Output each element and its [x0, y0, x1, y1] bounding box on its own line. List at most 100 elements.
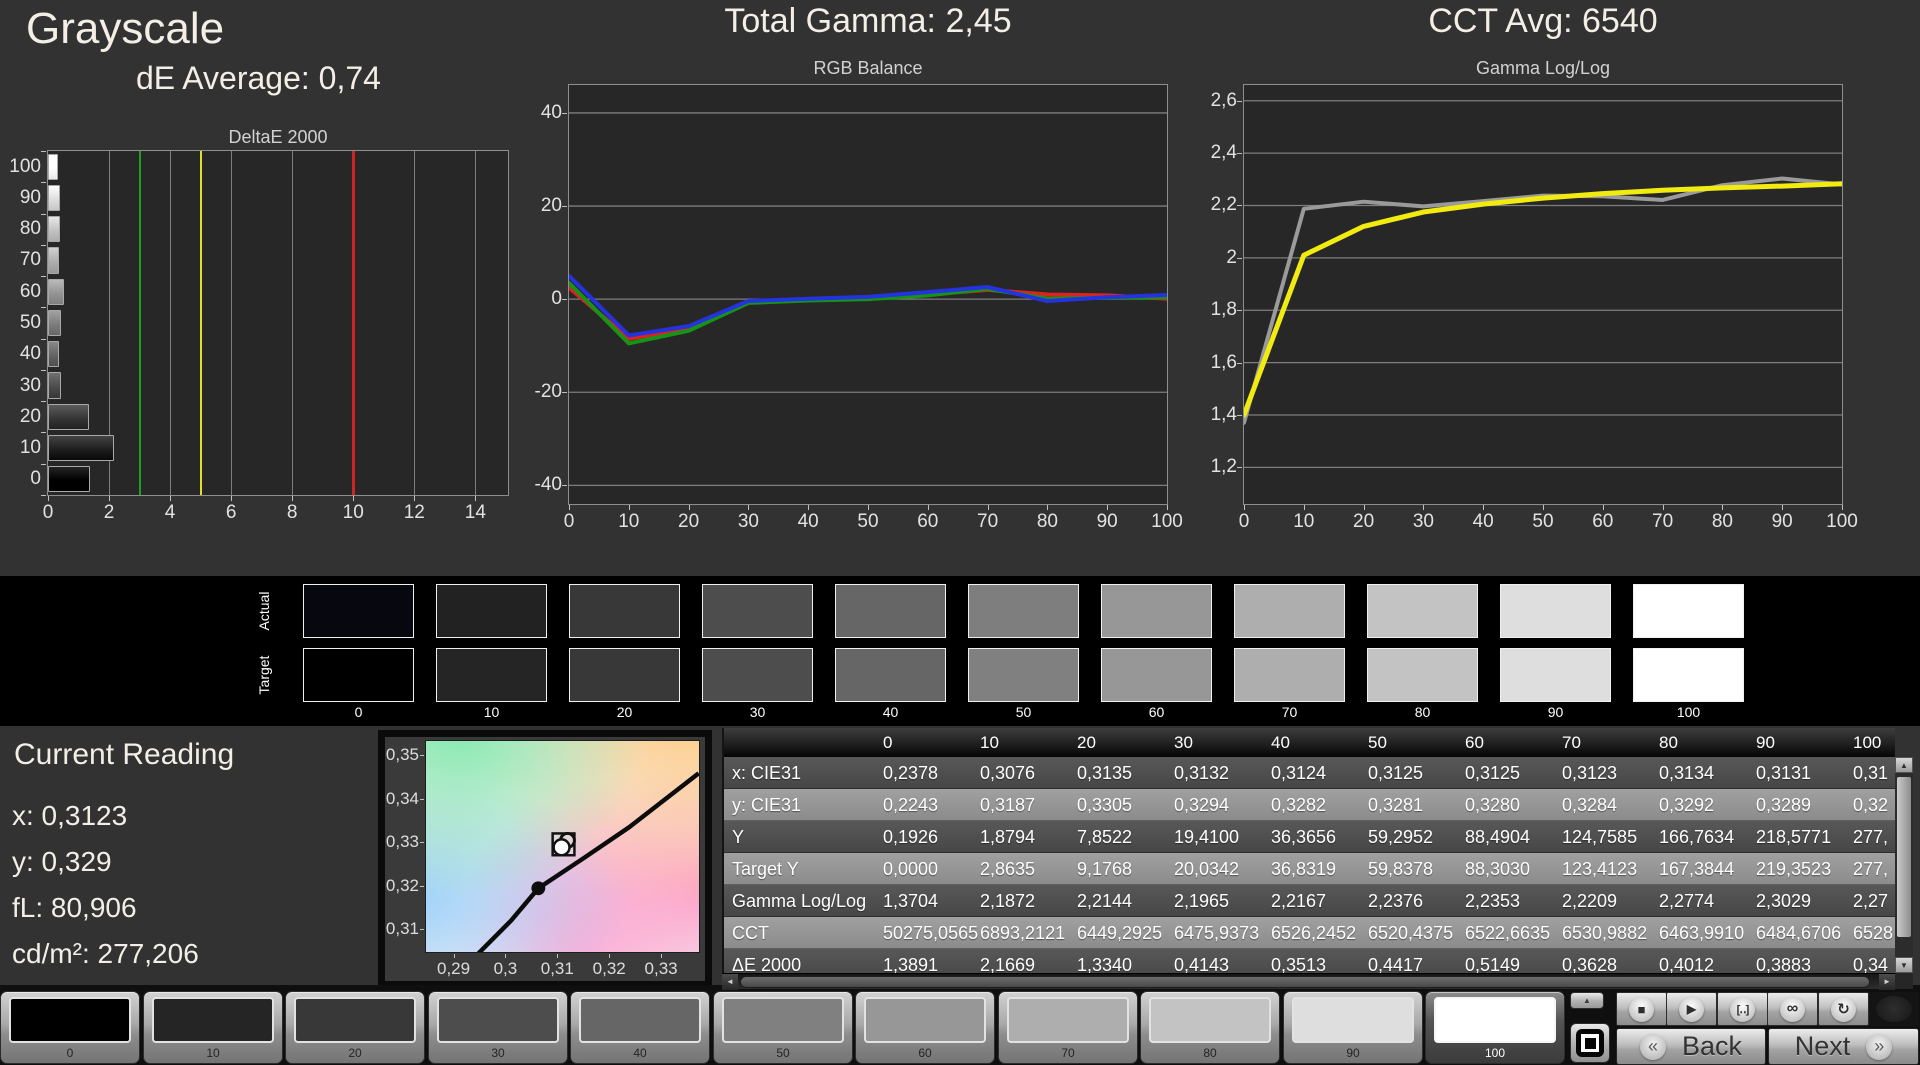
rgb-xtick-label: 70 [977, 511, 999, 532]
pattern-tile-20[interactable]: 20 [285, 991, 425, 1064]
table-cell: 219,3523 [1756, 859, 1832, 879]
scroll-down-arrow-button[interactable]: ▼ [1895, 957, 1913, 973]
scrollbar-corner [1895, 973, 1913, 989]
loop-button[interactable]: ∞ [1767, 992, 1818, 1026]
table-cell: 0,3305 [1077, 795, 1133, 815]
band-level-label: 40 [882, 704, 899, 720]
pattern-window-button[interactable] [1570, 1023, 1610, 1063]
deltae-ytick-label: 30 [19, 374, 41, 396]
back-label: Back [1681, 1031, 1743, 1061]
band-level-label: 60 [1148, 704, 1165, 720]
refresh-button[interactable]: ↻ [1818, 992, 1869, 1026]
table-col-header: 40 [1271, 733, 1290, 752]
table-cell: 0,3131 [1756, 763, 1812, 783]
target-swatch-20 [569, 648, 680, 702]
table-row: x: CIE31 0,2378 0,3076 0,3135 0,3132 0,3124 0,… [724, 757, 1895, 789]
pattern-tile-50[interactable]: 50 [713, 991, 853, 1064]
table-cell: 0,3284 [1562, 795, 1618, 815]
next-button[interactable]: Next » [1768, 1028, 1919, 1065]
table-vscrollbar[interactable]: ▲ ▼ [1895, 757, 1913, 973]
cie-xtick-label: 0,31 [540, 959, 574, 978]
gamma-ytick-label: 1,4 [1210, 403, 1237, 425]
hscroll-thumb[interactable] [740, 976, 1870, 988]
deltae-ytick-label: 80 [19, 218, 41, 240]
pattern-tile-70[interactable]: 70 [998, 991, 1138, 1064]
gamma-xtick [1543, 505, 1544, 510]
deltae-xtick-label: 12 [403, 502, 425, 523]
back-button[interactable]: « Back [1616, 1028, 1766, 1065]
table-cell: 2,2376 [1368, 891, 1424, 911]
table-cell: 0,31 [1853, 763, 1889, 783]
actual-swatch-20 [569, 584, 680, 638]
scroll-up-button[interactable]: ▲ [1570, 992, 1604, 1009]
play-icon: ▶ [1679, 996, 1704, 1022]
deltae-ytick [41, 182, 46, 184]
band-level-label: 30 [749, 704, 766, 720]
table-cell: 6522,6635 [1465, 923, 1551, 943]
gamma-xtick-label: 0 [1238, 511, 1250, 532]
table-col-header: 10 [980, 733, 999, 752]
table-cell: 0,1926 [883, 827, 939, 847]
pattern-tile-90[interactable]: 90 [1283, 991, 1423, 1064]
scroll-up-arrow-button[interactable]: ▲ [1895, 757, 1913, 773]
pattern-tile-10[interactable]: 10 [143, 991, 283, 1064]
pattern-tile-60[interactable]: 60 [855, 991, 995, 1064]
refresh-icon: ↻ [1831, 996, 1856, 1022]
rgb-xtick [808, 505, 810, 510]
deltae-xtick [475, 496, 477, 501]
play-button[interactable]: ▶ [1666, 992, 1717, 1026]
deltae-xtick [353, 496, 355, 501]
frame-step-button[interactable]: [‥] [1717, 992, 1768, 1026]
actual-swatch-80 [1367, 584, 1478, 638]
deltae-xtick-label: 14 [464, 502, 486, 523]
rgb-xtick-label: 50 [857, 511, 879, 532]
table-cell: 6475,9373 [1174, 923, 1260, 943]
table-cell: 7,8522 [1077, 827, 1133, 847]
table-hscrollbar[interactable]: ◄ ► [722, 973, 1895, 990]
scroll-right-button[interactable]: ► [1879, 974, 1895, 990]
scroll-left-button[interactable]: ◄ [722, 974, 738, 990]
table-cell: 0,3289 [1756, 795, 1812, 815]
target-swatch-60 [1101, 648, 1212, 702]
pattern-tile-100[interactable]: 100 [1425, 991, 1565, 1064]
deltae-ytick [41, 151, 46, 152]
cie-ytick-label: 0,33 [385, 832, 419, 852]
table-cell: 2,1669 [980, 955, 1036, 973]
gamma-ytick-label: 2 [1226, 246, 1237, 268]
inactive-slot [1869, 992, 1919, 1026]
deltae-xtick-label: 6 [225, 502, 237, 523]
gamma-ytick-label: 1,2 [1210, 456, 1237, 478]
gamma-xtick [1722, 505, 1724, 510]
table-cell: 9,1768 [1077, 859, 1133, 879]
deltae-xtick [170, 496, 172, 501]
stop-button[interactable]: ■ [1616, 992, 1667, 1026]
row-label: CCT [732, 923, 769, 943]
pattern-tile-80[interactable]: 80 [1140, 991, 1280, 1064]
target-swatch-80 [1367, 648, 1478, 702]
band-level-label: 80 [1414, 704, 1431, 720]
gamma-xtick [1662, 505, 1664, 510]
de-average-value: dE Average: 0,74 [136, 60, 381, 96]
pattern-tile-30[interactable]: 30 [428, 991, 568, 1064]
gamma-ytick-label: 2,4 [1210, 142, 1237, 164]
next-chevron-icon: » [1866, 1033, 1893, 1060]
table-cell: 88,4904 [1465, 827, 1531, 847]
gamma-xtick-label: 70 [1652, 511, 1674, 532]
reading-value: cd/m²: 277,206 [12, 938, 199, 969]
table-cell: 0,3513 [1271, 955, 1327, 973]
tile-label: 30 [491, 1046, 505, 1060]
deltae-ytick [41, 401, 46, 403]
next-label: Next [1794, 1031, 1851, 1061]
deltae-gridline [170, 151, 172, 495]
pattern-tile-0[interactable]: 0 [0, 991, 140, 1064]
table-cell: 166,7634 [1659, 827, 1735, 847]
tile-swatch [294, 997, 416, 1043]
table-cell: 2,2167 [1271, 891, 1327, 911]
deltae-bar-30 [48, 372, 61, 399]
vscroll-thumb[interactable] [1897, 777, 1911, 937]
rgb-ytick-label: 40 [540, 101, 562, 123]
table-cell: 2,27 [1853, 891, 1889, 911]
table-cell: 0,3124 [1271, 763, 1327, 783]
deltae-ytick-label: 40 [19, 343, 41, 365]
pattern-tile-40[interactable]: 40 [570, 991, 710, 1064]
